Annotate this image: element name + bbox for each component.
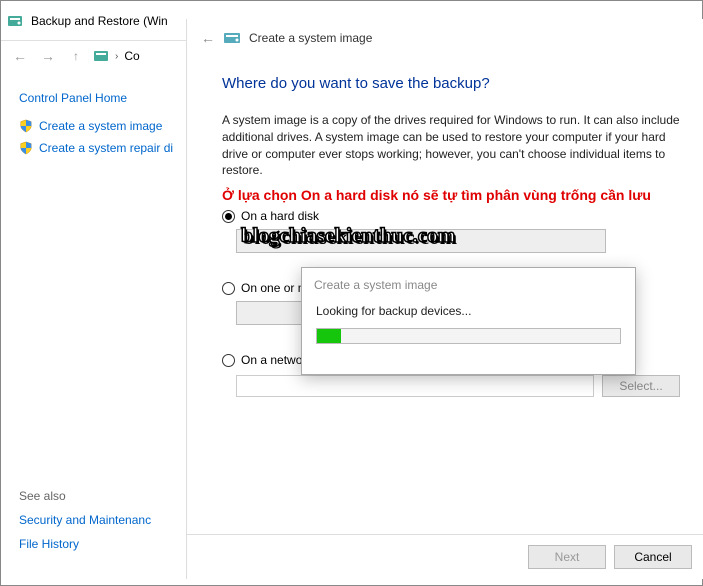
- network-location-input[interactable]: [236, 375, 594, 397]
- option-hard-disk[interactable]: On a hard disk: [222, 209, 680, 223]
- wizard-back-icon[interactable]: ←: [201, 30, 215, 46]
- shield-icon: [19, 141, 33, 155]
- progress-fill: [317, 329, 341, 343]
- security-maintenance-link[interactable]: Security and Maintenanc: [19, 513, 151, 527]
- radio-icon[interactable]: [222, 354, 235, 367]
- cancel-button[interactable]: Cancel: [614, 545, 692, 569]
- progress-message: Looking for backup devices...: [316, 304, 621, 318]
- radio-icon[interactable]: [222, 282, 235, 295]
- backup-app-icon: [7, 13, 23, 29]
- hard-disk-dropdown[interactable]: [236, 229, 606, 253]
- wizard-footer: Next Cancel: [187, 534, 703, 579]
- wizard-description: A system image is a copy of the drives r…: [222, 112, 680, 179]
- option-label: On a hard disk: [241, 209, 319, 223]
- wizard-title: Create a system image: [249, 31, 372, 45]
- sidebar-create-disc-link[interactable]: Create a system repair di: [19, 141, 181, 155]
- next-button[interactable]: Next: [528, 545, 606, 569]
- see-also-section: See also Security and Maintenanc File Hi…: [19, 489, 151, 561]
- wizard-header: ← Create a system image: [187, 19, 703, 57]
- wizard-heading: Where do you want to save the backup?: [222, 75, 680, 92]
- sidebar-link-label: Create a system repair di: [39, 141, 173, 155]
- select-button[interactable]: Select...: [602, 375, 680, 397]
- breadcrumb-item[interactable]: Co: [124, 49, 139, 63]
- progress-bar: [316, 328, 621, 344]
- breadcrumb-sep-icon: ›: [115, 51, 118, 62]
- nav-back-icon[interactable]: ←: [9, 45, 31, 67]
- annotation-note: Ở lựa chọn On a hard disk nó sẽ tự tìm p…: [222, 187, 680, 203]
- radio-icon[interactable]: [222, 210, 235, 223]
- file-history-link[interactable]: File History: [19, 537, 151, 551]
- progress-dialog: Create a system image Looking for backup…: [301, 267, 636, 375]
- system-image-icon: [223, 29, 241, 47]
- breadcrumb-app-icon: [93, 48, 109, 64]
- nav-up-icon[interactable]: ↑: [65, 45, 87, 67]
- shield-icon: [19, 119, 33, 133]
- progress-title: Create a system image: [302, 268, 635, 300]
- control-panel-home-link[interactable]: Control Panel Home: [19, 91, 181, 105]
- sidebar: Control Panel Home Create a system image…: [1, 71, 191, 173]
- see-also-header: See also: [19, 489, 151, 503]
- sidebar-link-label: Create a system image: [39, 119, 162, 133]
- sidebar-create-image-link[interactable]: Create a system image: [19, 119, 181, 133]
- nav-forward-icon[interactable]: →: [37, 45, 59, 67]
- window-title: Backup and Restore (Win: [31, 14, 168, 28]
